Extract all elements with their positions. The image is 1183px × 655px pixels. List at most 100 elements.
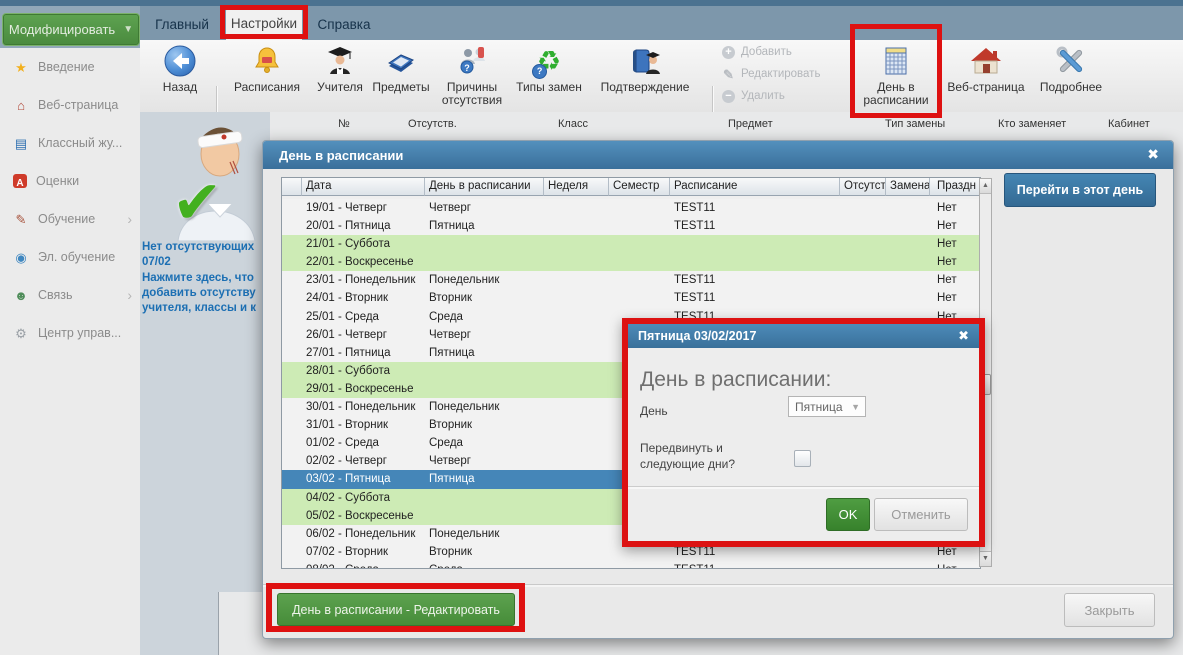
sidebar-item[interactable]: Связь › xyxy=(0,276,140,314)
day-select[interactable]: Пятница ▼ xyxy=(788,396,866,417)
day-select-value: Пятница xyxy=(795,400,843,414)
sidebar-item[interactable]: Эл. обучение xyxy=(0,238,140,276)
sidebar-item-label: Эл. обучение xyxy=(38,250,115,264)
teachers-button[interactable]: Учителя xyxy=(312,43,368,109)
info-message-line: Нажмите здесь, что xyxy=(142,271,264,286)
close-modal-button[interactable]: Закрыть xyxy=(1064,593,1155,627)
row-date: 29/01 - Воскресенье xyxy=(302,380,425,398)
more-details-button[interactable]: Подробнее xyxy=(1034,43,1108,109)
subjects-button[interactable]: Предметы xyxy=(370,43,432,109)
sidebar-item[interactable]: Оценки xyxy=(0,162,140,200)
row-holiday: Нет xyxy=(930,253,980,271)
goto-day-button[interactable]: Перейти в этот день xyxy=(1004,173,1156,207)
info-message-line: 07/02 xyxy=(142,255,264,270)
star-icon xyxy=(13,60,29,75)
scroll-up-icon[interactable]: ▲ xyxy=(980,179,991,194)
info-message-line: учителя, классы и к xyxy=(142,301,264,316)
row-schedule: TEST11 xyxy=(670,289,840,307)
sidebar-item[interactable]: Обучение › xyxy=(0,200,140,238)
bg-column-room: Кабинет xyxy=(1108,118,1150,130)
confirmation-icon xyxy=(628,43,662,79)
move-following-days-checkbox[interactable] xyxy=(794,450,811,467)
absence-reasons-button[interactable]: ? Причины отсутствия xyxy=(434,43,510,109)
scroll-down-icon[interactable]: ▼ xyxy=(980,551,991,566)
web-page-button[interactable]: Веб-страница xyxy=(942,43,1030,109)
table-row[interactable]: 08/02 - Среда Среда TEST11 Нет xyxy=(282,561,980,569)
contact-icon xyxy=(13,288,29,303)
training-icon xyxy=(13,212,29,227)
close-icon[interactable]: ✖ xyxy=(958,328,969,344)
back-icon xyxy=(163,43,197,79)
add-icon xyxy=(722,46,735,59)
row-date: 08/02 - Среда xyxy=(302,561,425,569)
bg-column-subject: Предмет xyxy=(728,118,773,130)
table-row[interactable]: 23/01 - Понедельник Понедельник TEST11 Н… xyxy=(282,271,980,289)
schedules-bell-icon xyxy=(250,43,284,79)
substitution-types-button[interactable]: ♻? Типы замен xyxy=(512,43,586,109)
svg-text:?: ? xyxy=(464,63,470,73)
column-semester[interactable]: Семестр xyxy=(609,178,670,196)
substitution-types-icon: ♻? xyxy=(537,43,561,79)
day-in-schedule-button[interactable]: День в расписании xyxy=(855,43,937,109)
info-message[interactable]: Нет отсутствующих07/02Нажмите здесь, что… xyxy=(142,240,264,320)
row-day: Среда xyxy=(425,434,544,452)
modal-header[interactable]: День в расписании ✖ xyxy=(263,141,1173,169)
table-row[interactable]: 24/01 - Вторник Вторник TEST11 Нет xyxy=(282,289,980,307)
row-schedule xyxy=(670,235,840,253)
dialog-footer-divider xyxy=(628,486,979,489)
bg-column-class: Класс xyxy=(558,118,588,130)
sidebar-item-label: Центр управ... xyxy=(38,326,121,340)
toolbar-disabled-item: Удалить xyxy=(722,88,820,104)
sidebar-item[interactable]: Веб-страница xyxy=(0,86,140,124)
column-absent[interactable]: Отсутст xyxy=(840,178,886,196)
elearning-icon xyxy=(13,250,29,265)
sidebar-item[interactable]: Центр управ... xyxy=(0,314,140,352)
modify-dropdown-button[interactable]: Модифицировать ▼ xyxy=(2,13,140,46)
cancel-button[interactable]: Отменить xyxy=(874,498,968,531)
sidebar-item[interactable]: Классный жу... xyxy=(0,124,140,162)
row-date: 28/01 - Суббота xyxy=(302,362,425,380)
row-schedule: TEST11 xyxy=(670,271,840,289)
column-holiday[interactable]: Праздн xyxy=(930,178,980,196)
row-date: 02/02 - Четверг xyxy=(302,452,425,470)
info-message-line: Нет отсутствующих xyxy=(142,240,264,255)
table-row[interactable]: 19/01 - Четверг Четверг TEST11 Нет xyxy=(282,199,980,217)
tab-main[interactable]: Главный xyxy=(150,10,214,40)
row-schedule: TEST11 xyxy=(670,561,840,569)
row-day: Пятница xyxy=(425,217,544,235)
table-header-row: Дата День в расписании Неделя Семестр Ра… xyxy=(282,178,980,196)
control-icon xyxy=(13,326,29,341)
grades-icon xyxy=(13,174,27,188)
modal-footer-divider xyxy=(263,584,1173,587)
row-date: 23/01 - Понедельник xyxy=(302,271,425,289)
chevron-down-icon: ▼ xyxy=(123,24,133,35)
column-substitution[interactable]: Замена xyxy=(886,178,930,196)
row-holiday: Нет xyxy=(930,217,980,235)
row-day xyxy=(425,507,544,525)
column-day-in-schedule[interactable]: День в расписании xyxy=(425,178,544,196)
row-date: 21/01 - Суббота xyxy=(302,235,425,253)
ok-button[interactable]: OK xyxy=(826,498,870,531)
table-row[interactable]: 20/01 - Пятница Пятница TEST11 Нет xyxy=(282,217,980,235)
column-week[interactable]: Неделя xyxy=(544,178,609,196)
back-button[interactable]: Назад xyxy=(152,43,208,109)
close-icon[interactable]: ✖ xyxy=(1147,146,1159,163)
row-day: Среда xyxy=(425,561,544,569)
tab-settings[interactable]: Настройки xyxy=(226,8,302,40)
modify-button-label: Модифицировать xyxy=(9,22,115,37)
tools-icon xyxy=(1054,43,1088,79)
edit-day-button[interactable]: День в расписании - Редактировать xyxy=(277,593,515,626)
column-date[interactable]: Дата xyxy=(302,178,425,196)
sidebar-item[interactable]: Введение xyxy=(0,48,140,86)
row-day: Понедельник xyxy=(425,525,544,543)
schedules-button[interactable]: Расписания xyxy=(224,43,310,109)
info-message-line: добавить отсутству xyxy=(142,286,264,301)
dialog-header[interactable]: Пятница 03/02/2017 ✖ xyxy=(628,324,979,348)
row-date: 07/02 - Вторник xyxy=(302,543,425,561)
column-schedule[interactable]: Расписание xyxy=(670,178,840,196)
row-day xyxy=(425,362,544,380)
table-row[interactable]: 22/01 - Воскресенье Нет xyxy=(282,253,980,271)
confirmation-button[interactable]: Подтверждение xyxy=(588,43,702,109)
table-row[interactable]: 21/01 - Суббота Нет xyxy=(282,235,980,253)
tab-help[interactable]: Справка xyxy=(310,10,378,40)
